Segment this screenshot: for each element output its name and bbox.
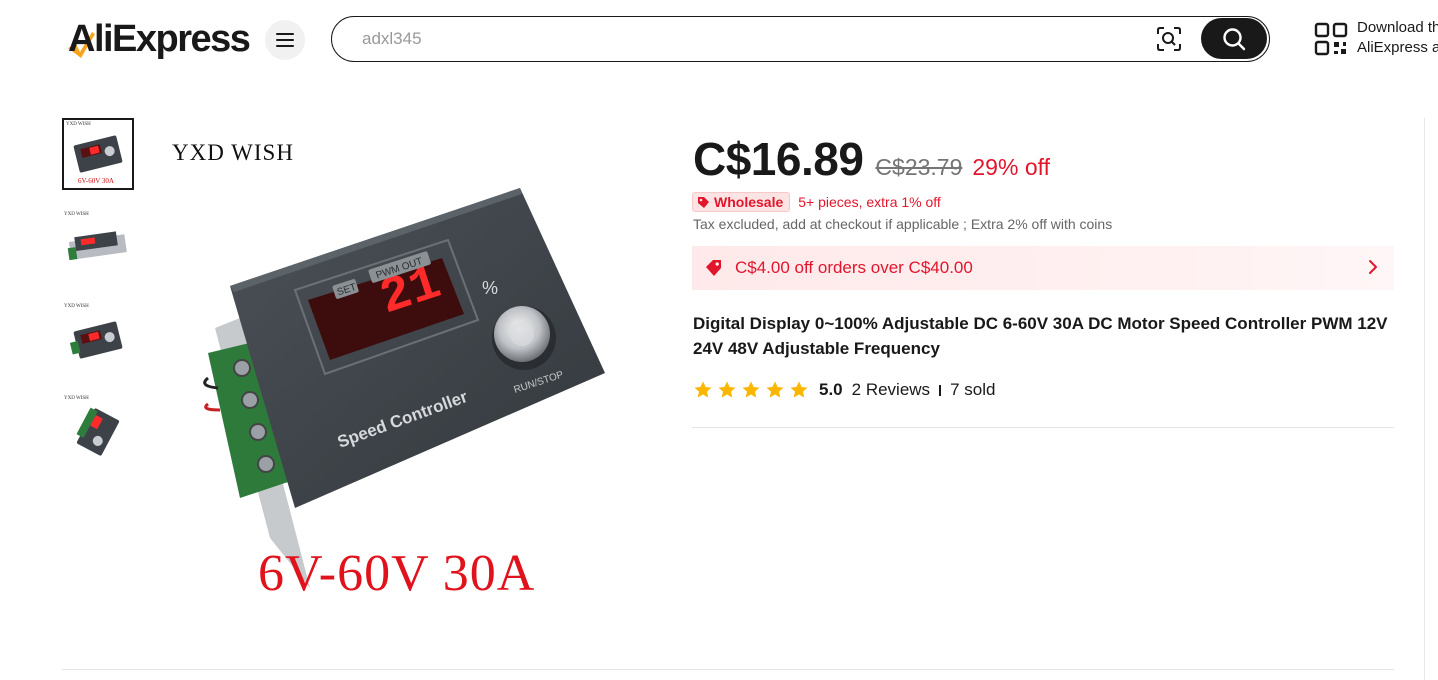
image-search-icon <box>1157 27 1181 51</box>
discount-label: 29% off <box>972 154 1050 180</box>
star-rating <box>693 380 809 400</box>
thumbnail-1[interactable]: YXD WISH 6V-60V 30A <box>62 118 134 190</box>
star-icon <box>694 381 712 398</box>
thumbnail-watermark: YXD WISH <box>64 212 89 217</box>
coupon-banner[interactable]: C$4.00 off orders over C$40.00 <box>692 246 1394 290</box>
rating-score: 5.0 <box>819 380 843 399</box>
thumbnail-image <box>67 231 127 261</box>
speed-controller-illustration: 21 SET PWM OUT % RUN/STOP Speed Controll… <box>203 188 605 588</box>
download-app-link[interactable]: Download the AliExpress app <box>1357 18 1438 58</box>
percent-label: % <box>482 278 498 298</box>
logo-text: AliExpress <box>68 18 250 60</box>
thumbnail-2[interactable]: YXD WISH <box>62 210 134 282</box>
thumbnail-3[interactable]: YXD WISH <box>62 302 134 374</box>
wholesale-badge: Wholesale <box>692 192 791 212</box>
divider <box>692 427 1394 428</box>
product-title: Digital Display 0~100% Adjustable DC 6-6… <box>693 314 1388 358</box>
rating-row: 5.0 2 Reviews 7 sold <box>693 380 995 400</box>
thumbnail-watermark: YXD WISH <box>64 396 89 401</box>
thumbnail-watermark: YXD WISH <box>64 304 89 309</box>
wholesale-row: Wholesale 5+ pieces, extra 1% off <box>692 192 941 212</box>
coupon-tag-icon <box>706 260 721 276</box>
star-icon <box>718 381 736 398</box>
search-button[interactable] <box>1201 18 1267 59</box>
image-spec-text: 6V-60V 30A <box>258 545 536 602</box>
image-search-button[interactable] <box>1154 24 1184 54</box>
qr-code-icon[interactable] <box>1314 22 1348 56</box>
image-brand-text: YXD WISH <box>172 140 294 165</box>
wholesale-text: 5+ pieces, extra 1% off <box>798 194 941 210</box>
download-line-1: Download the <box>1357 19 1438 36</box>
divider <box>62 669 1394 670</box>
thumbnail-image <box>76 407 120 456</box>
chevron-right-icon <box>1369 260 1377 274</box>
logo-mark: AliExpress <box>68 18 251 60</box>
sold-count: 7 sold <box>950 380 996 399</box>
main-product-image[interactable]: YXD WISH 21 SET PWM OUT % RUN/STOP Speed… <box>160 118 670 628</box>
tax-note: Tax excluded, add at checkout if applica… <box>693 216 1113 232</box>
panel-border <box>1424 118 1425 680</box>
separator <box>939 384 942 396</box>
header: AliExpress adxl345 Download th AliExpres… <box>0 0 1438 80</box>
search-bar <box>331 16 1270 62</box>
menu-icon <box>276 33 294 47</box>
search-input[interactable] <box>362 26 1142 52</box>
download-line-2: AliExpress app <box>1357 39 1438 56</box>
wholesale-badge-label: Wholesale <box>714 194 784 210</box>
wholesale-tag-icon <box>698 196 709 208</box>
current-price: C$16.89 <box>693 133 864 185</box>
menu-button[interactable] <box>265 20 305 60</box>
coupon-text: C$4.00 off orders over C$40.00 <box>735 258 973 277</box>
thumbnail-image <box>69 321 123 359</box>
thumbnail-4[interactable]: YXD WISH <box>62 394 134 466</box>
star-icon <box>766 381 784 398</box>
aliexpress-logo[interactable]: AliExpress <box>66 18 258 62</box>
thumbnail-watermark: YXD WISH <box>66 122 91 127</box>
thumbnail-caption: 6V-60V 30A <box>78 177 114 185</box>
reviews-link[interactable]: 2 Reviews <box>852 380 930 400</box>
star-icon <box>742 381 760 398</box>
price-row: C$16.89 C$23.79 29% off <box>693 132 1050 192</box>
original-price: C$23.79 <box>875 154 963 180</box>
search-icon <box>1223 27 1246 50</box>
star-icon <box>790 381 808 398</box>
